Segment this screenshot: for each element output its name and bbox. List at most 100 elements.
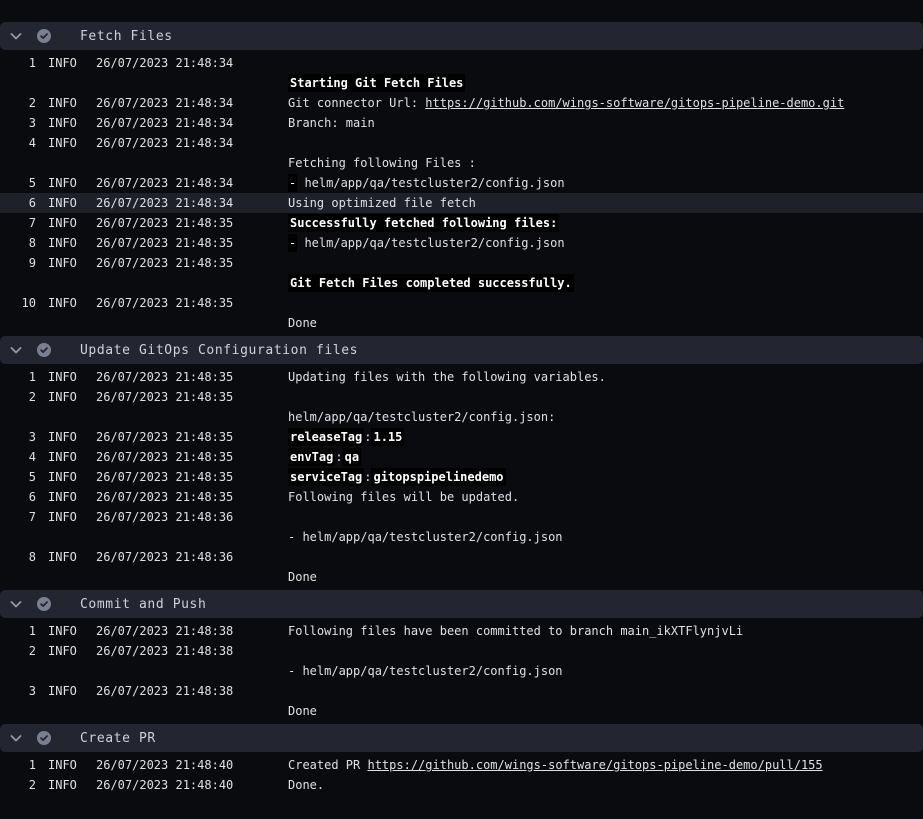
log-level: INFO — [48, 778, 84, 792]
log-message: Created PR https://github.com/wings-soft… — [288, 758, 923, 772]
chevron-down-icon[interactable] — [8, 28, 24, 44]
log-line[interactable]: 1 INFO 26/07/2023 21:48:34 — [0, 53, 923, 73]
log-section-header[interactable]: Create PR — [0, 724, 923, 752]
log-timestamp: 26/07/2023 21:48:35 — [96, 490, 276, 504]
log-line[interactable]: Done — [0, 313, 923, 333]
log-message: helm/app/qa/testcluster2/config.json: — [288, 410, 923, 424]
log-timestamp: 26/07/2023 21:48:38 — [96, 624, 276, 638]
log-timestamp: 26/07/2023 21:48:35 — [96, 390, 276, 404]
log-line[interactable]: 1 INFO 26/07/2023 21:48:40 Created PR ht… — [0, 755, 923, 775]
log-line[interactable]: 5 INFO 26/07/2023 21:48:34 - helm/app/qa… — [0, 173, 923, 193]
log-level: INFO — [48, 550, 84, 564]
line-number: 7 — [0, 216, 36, 230]
log-timestamp: 26/07/2023 21:48:38 — [96, 644, 276, 658]
log-line[interactable]: 5 INFO 26/07/2023 21:48:35 serviceTag:gi… — [0, 467, 923, 487]
log-line[interactable]: 9 INFO 26/07/2023 21:48:35 — [0, 253, 923, 273]
log-timestamp: 26/07/2023 21:48:40 — [96, 778, 276, 792]
log-line[interactable]: 8 INFO 26/07/2023 21:48:35 - helm/app/qa… — [0, 233, 923, 253]
log-text: envTag — [288, 448, 335, 466]
log-line[interactable]: 2 INFO 26/07/2023 21:48:34 Git connector… — [0, 93, 923, 113]
log-level: INFO — [48, 430, 84, 444]
log-section: Update GitOps Configuration files 1 INFO… — [0, 336, 923, 590]
log-line[interactable]: - helm/app/qa/testcluster2/config.json — [0, 527, 923, 547]
log-line[interactable]: Fetching following Files : — [0, 153, 923, 173]
log-text: - — [288, 174, 297, 192]
log-text: helm/app/qa/testcluster2/config.json — [297, 236, 564, 250]
log-line[interactable]: 3 INFO 26/07/2023 21:48:35 releaseTag:1.… — [0, 427, 923, 447]
log-text: Using optimized file fetch — [288, 196, 476, 210]
log-text: qa — [343, 448, 361, 466]
log-text: Updating files with the following variab… — [288, 370, 606, 384]
log-section-header[interactable]: Fetch Files — [0, 22, 923, 50]
log-text: helm/app/qa/testcluster2/config.json: — [288, 410, 555, 424]
log-line[interactable]: - helm/app/qa/testcluster2/config.json — [0, 661, 923, 681]
pipeline-log-console: Fetch Files 1 INFO 26/07/2023 21:48:34 S… — [0, 0, 923, 819]
log-sections-container: Fetch Files 1 INFO 26/07/2023 21:48:34 S… — [0, 22, 923, 798]
log-text: Done — [288, 316, 317, 330]
log-line[interactable]: 7 INFO 26/07/2023 21:48:36 — [0, 507, 923, 527]
log-level: INFO — [48, 450, 84, 464]
log-link[interactable]: https://github.com/wings-software/gitops… — [367, 758, 822, 772]
log-text: Following files have been committed to b… — [288, 624, 743, 638]
log-level: INFO — [48, 296, 84, 310]
log-line[interactable]: Done — [0, 567, 923, 587]
log-message: - helm/app/qa/testcluster2/config.json — [288, 236, 923, 250]
log-line[interactable]: 2 INFO 26/07/2023 21:48:38 — [0, 641, 923, 661]
chevron-down-icon[interactable] — [8, 342, 24, 358]
log-section-header[interactable]: Update GitOps Configuration files — [0, 336, 923, 364]
chevron-down-icon[interactable] — [8, 596, 24, 612]
log-timestamp: 26/07/2023 21:48:36 — [96, 550, 276, 564]
log-line[interactable]: Done — [0, 701, 923, 721]
log-line[interactable]: helm/app/qa/testcluster2/config.json: — [0, 407, 923, 427]
log-line[interactable]: 4 INFO 26/07/2023 21:48:35 envTag:qa — [0, 447, 923, 467]
log-level: INFO — [48, 470, 84, 484]
log-text: Starting Git Fetch Files — [288, 74, 465, 92]
log-line[interactable]: 6 INFO 26/07/2023 21:48:34 Using optimiz… — [0, 193, 923, 213]
log-line[interactable]: 2 INFO 26/07/2023 21:48:40 Done. — [0, 775, 923, 795]
check-circle-icon — [36, 28, 52, 44]
log-line[interactable]: Starting Git Fetch Files — [0, 73, 923, 93]
log-line[interactable]: 3 INFO 26/07/2023 21:48:38 — [0, 681, 923, 701]
log-timestamp: 26/07/2023 21:48:34 — [96, 196, 276, 210]
log-line[interactable]: 10 INFO 26/07/2023 21:48:35 — [0, 293, 923, 313]
log-message: - helm/app/qa/testcluster2/config.json — [288, 176, 923, 190]
log-text: - — [288, 234, 297, 252]
log-section-body: 1 INFO 26/07/2023 21:48:40 Created PR ht… — [0, 752, 923, 798]
log-section-body: 1 INFO 26/07/2023 21:48:38 Following fil… — [0, 618, 923, 724]
log-message: serviceTag:gitopspipelinedemo — [288, 470, 923, 484]
log-line[interactable]: Git Fetch Files completed successfully. — [0, 273, 923, 293]
log-text: releaseTag — [288, 428, 364, 446]
log-line[interactable]: 8 INFO 26/07/2023 21:48:36 — [0, 547, 923, 567]
log-line[interactable]: 7 INFO 26/07/2023 21:48:35 Successfully … — [0, 213, 923, 233]
log-timestamp: 26/07/2023 21:48:34 — [96, 176, 276, 190]
log-text: Successfully fetched following files: — [288, 214, 559, 232]
log-timestamp: 26/07/2023 21:48:34 — [96, 116, 276, 130]
log-link[interactable]: https://github.com/wings-software/gitops… — [425, 96, 844, 110]
log-line[interactable]: 4 INFO 26/07/2023 21:48:34 — [0, 133, 923, 153]
log-section: Commit and Push 1 INFO 26/07/2023 21:48:… — [0, 590, 923, 724]
log-line[interactable]: 6 INFO 26/07/2023 21:48:35 Following fil… — [0, 487, 923, 507]
line-number: 2 — [0, 644, 36, 658]
line-number: 9 — [0, 256, 36, 270]
log-section-body: 1 INFO 26/07/2023 21:48:35 Updating file… — [0, 364, 923, 590]
log-level: INFO — [48, 136, 84, 150]
log-line[interactable]: 1 INFO 26/07/2023 21:48:38 Following fil… — [0, 621, 923, 641]
log-line[interactable]: 3 INFO 26/07/2023 21:48:34 Branch: main — [0, 113, 923, 133]
chevron-down-icon[interactable] — [8, 730, 24, 746]
log-level: INFO — [48, 116, 84, 130]
log-text: 1.15 — [371, 428, 404, 446]
log-level: INFO — [48, 390, 84, 404]
log-timestamp: 26/07/2023 21:48:35 — [96, 430, 276, 444]
log-level: INFO — [48, 56, 84, 70]
check-circle-icon — [36, 596, 52, 612]
log-line[interactable]: 2 INFO 26/07/2023 21:48:35 — [0, 387, 923, 407]
log-timestamp: 26/07/2023 21:48:34 — [96, 96, 276, 110]
line-number: 3 — [0, 116, 36, 130]
log-timestamp: 26/07/2023 21:48:35 — [96, 216, 276, 230]
line-number: 2 — [0, 390, 36, 404]
log-message: Done — [288, 704, 923, 718]
log-line[interactable]: 1 INFO 26/07/2023 21:48:35 Updating file… — [0, 367, 923, 387]
log-message: Done — [288, 316, 923, 330]
log-level: INFO — [48, 176, 84, 190]
log-section-header[interactable]: Commit and Push — [0, 590, 923, 618]
